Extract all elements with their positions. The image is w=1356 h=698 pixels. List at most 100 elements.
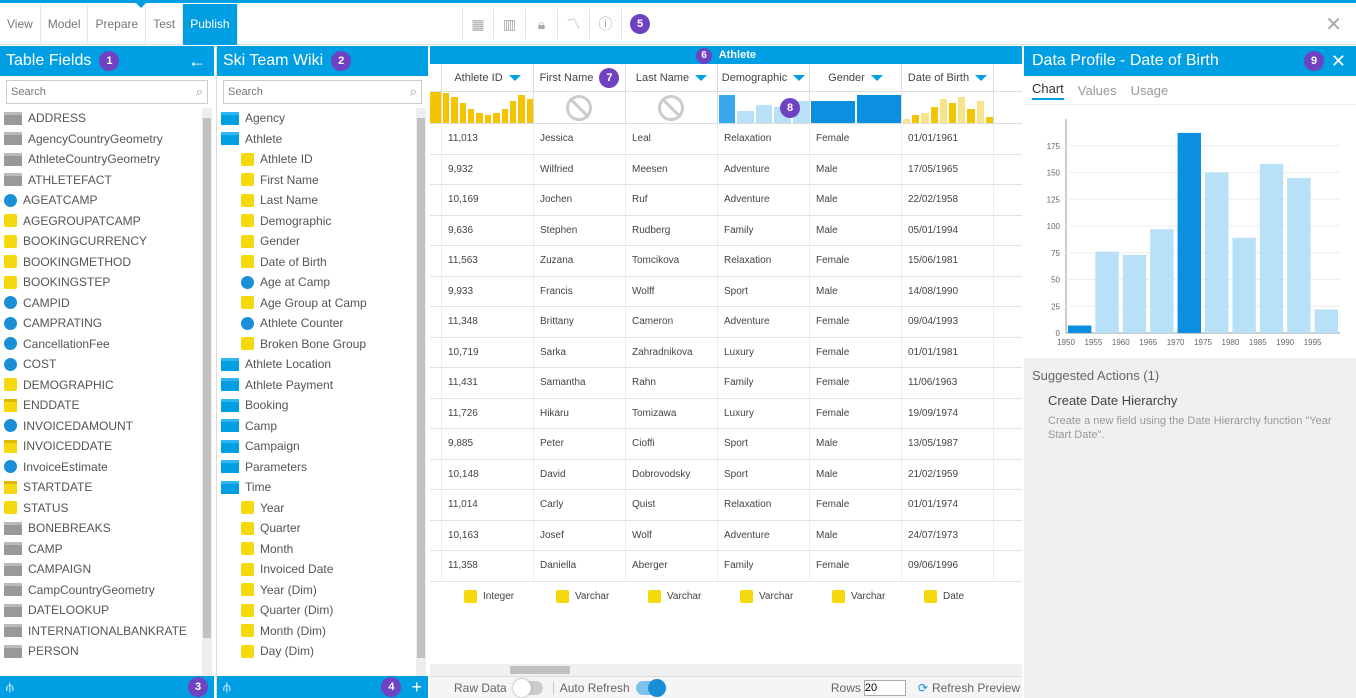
table-cell[interactable]: Female [810,337,902,367]
table-cell[interactable]: 11,014 [442,490,534,520]
table-list-scrollbar[interactable] [202,108,212,676]
chevron-down-icon[interactable] [975,74,988,81]
tables-item[interactable]: INVOICEDAMOUNT [0,416,200,437]
table-row[interactable]: 10,148 David Dobrovodsky Sport Male 21/02/195… [430,459,1022,490]
lock-icon[interactable]: 🔒︎ [526,9,558,39]
table-cell[interactable]: 24/07/1973 [902,520,994,550]
type-cell[interactable]: Varchar [534,582,626,612]
wiki-item[interactable]: Day (Dim) [217,641,414,662]
chevron-down-icon[interactable] [695,74,708,81]
wiki-item[interactable]: Booking [217,395,414,416]
info-icon[interactable]: ⓘ [590,9,622,39]
tables-item[interactable]: CAMPID [0,293,200,314]
column-header[interactable]: Gender [810,64,902,91]
table-cell[interactable]: 13/05/1987 [902,429,994,459]
table-cell[interactable]: 11,726 [442,398,534,428]
table-cell[interactable]: Female [810,368,902,398]
table-cell[interactable]: 01/01/1961 [902,124,994,154]
table-cell[interactable]: Female [810,490,902,520]
wiki-item[interactable]: Date of Birth [217,252,414,273]
wiki-item[interactable]: Quarter (Dim) [217,600,414,621]
table-cell[interactable]: Female [810,551,902,581]
table-cell[interactable]: Wolf [626,520,718,550]
type-cell[interactable]: Varchar [810,582,902,612]
table-cell[interactable]: 09/04/1993 [902,307,994,337]
wiki-item[interactable]: Month (Dim) [217,621,414,642]
table-cell[interactable]: Male [810,429,902,459]
table-cell[interactable]: Peter [534,429,626,459]
column-header[interactable]: Athlete ID [442,64,534,91]
tab-model[interactable]: Model [41,4,89,45]
table-cell[interactable]: 21/02/1959 [902,459,994,489]
table-row[interactable]: 11,726 Hikaru Tomizawa Luxury Female 19/09/19… [430,398,1022,429]
wiki-item[interactable]: Last Name [217,190,414,211]
table-cell[interactable]: Quist [626,490,718,520]
table-cell[interactable]: 9,932 [442,154,534,184]
wiki-item[interactable]: Broken Bone Group [217,334,414,355]
table-cell[interactable]: Male [810,459,902,489]
hierarchy-icon[interactable]: ⫛ [6,679,14,695]
table-cell[interactable]: Adventure [718,520,810,550]
table-cell[interactable]: 9,636 [442,215,534,245]
column-header[interactable]: Last Name [626,64,718,91]
table-cell[interactable]: Female [810,246,902,276]
table-cell[interactable]: 11,431 [442,368,534,398]
wiki-item[interactable]: Athlete [217,129,414,150]
tables-item[interactable]: CancellationFee [0,334,200,355]
table-cell[interactable]: Daniella [534,551,626,581]
column-profile[interactable] [534,92,626,123]
type-cell[interactable]: Varchar [626,582,718,612]
table-row[interactable]: 11,431 Samantha Rahn Family Female 11/06/1963 [430,368,1022,399]
table-cell[interactable]: 01/01/1974 [902,490,994,520]
tab-test[interactable]: Test [146,4,184,45]
table-cell[interactable]: 10,163 [442,520,534,550]
table-cell[interactable]: Luxury [718,337,810,367]
table-cell[interactable]: Family [718,368,810,398]
table-search-input[interactable] [7,81,207,103]
table-cell[interactable]: Female [810,124,902,154]
table-row[interactable]: 11,358 Daniella Aberger Family Female 09/06/1… [430,551,1022,582]
table-row[interactable]: 11,014 Carly Quist Relaxation Female 01/01/19… [430,490,1022,521]
tables-item[interactable]: AgencyCountryGeometry [0,129,200,150]
tab-chart[interactable]: Chart [1032,81,1064,100]
chevron-down-icon[interactable] [508,74,521,81]
table-cell[interactable]: Wilfried [534,154,626,184]
table-cell[interactable]: 10,169 [442,185,534,215]
table-cell[interactable]: Family [718,551,810,581]
wiki-item[interactable]: Age at Camp [217,272,414,293]
type-cell[interactable]: Varchar [718,582,810,612]
tables-item[interactable]: ATHLETEFACT [0,170,200,191]
table-cell[interactable]: Male [810,520,902,550]
column-profile[interactable] [902,92,994,123]
column-header[interactable]: First Name 7 [534,64,626,91]
table-row[interactable]: 10,163 Josef Wolf Adventure Male 24/07/1973 [430,520,1022,551]
create-date-hierarchy-link[interactable]: Create Date Hierarchy [1048,393,1348,408]
table-cell[interactable]: Zahradnikova [626,337,718,367]
column-profile[interactable] [626,92,718,123]
table-cell[interactable]: Tomizawa [626,398,718,428]
tables-item[interactable]: STARTDATE [0,477,200,498]
wiki-item[interactable]: Quarter [217,518,414,539]
table-cell[interactable]: 11,563 [442,246,534,276]
wiki-search-input[interactable] [224,81,421,103]
table-row[interactable]: 11,563 Zuzana Tomcikova Relaxation Female 15/… [430,246,1022,277]
table-cell[interactable]: 11,013 [442,124,534,154]
table-cell[interactable]: 09/06/1996 [902,551,994,581]
table-cell[interactable]: Aberger [626,551,718,581]
hierarchy-icon[interactable]: ⫛ [223,679,231,695]
raw-data-toggle[interactable] [512,678,543,697]
tables-item[interactable]: INVOICEDDATE [0,436,200,457]
table-row[interactable]: 9,932 Wilfried Meesen Adventure Male 17/05/19… [430,154,1022,185]
table-cell[interactable]: 9,885 [442,429,534,459]
table-cell[interactable]: Dobrovodsky [626,459,718,489]
table-cell[interactable]: Brittany [534,307,626,337]
table-cell[interactable]: 11,358 [442,551,534,581]
refresh-preview-button[interactable]: Refresh Preview [932,681,1020,695]
wiki-item[interactable]: Athlete Counter [217,313,414,334]
table-cell[interactable]: Jochen [534,185,626,215]
tables-item[interactable]: BOOKINGCURRENCY [0,231,200,252]
table-cell[interactable]: Cioffi [626,429,718,459]
table-cell[interactable]: 10,719 [442,337,534,367]
refresh-icon[interactable]: ⟳ [918,681,928,695]
chevron-down-icon[interactable] [870,74,883,81]
